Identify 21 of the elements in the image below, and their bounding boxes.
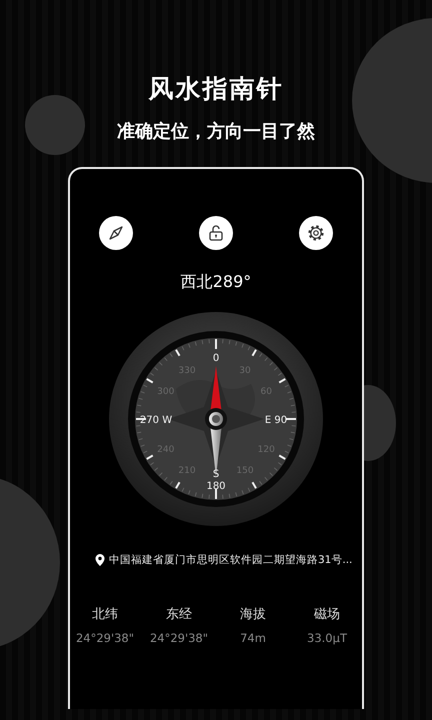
address-text: 中国福建省厦门市思明区软件园二期望海路31号... bbox=[109, 553, 352, 567]
stat-value: 24°29'38" bbox=[76, 631, 134, 645]
app-subtitle: 准确定位，方向一目了然 bbox=[117, 120, 315, 143]
stat-label: 磁场 bbox=[314, 606, 340, 623]
south-label: S bbox=[212, 469, 220, 480]
settings-button[interactable] bbox=[299, 216, 333, 250]
stat-value: 74m bbox=[240, 631, 266, 645]
dial-label: 180 bbox=[206, 481, 226, 492]
stat-label: 东经 bbox=[166, 606, 192, 623]
stat-label: 海拔 bbox=[240, 606, 266, 623]
dial-label: 0 bbox=[212, 353, 220, 364]
compass-button[interactable] bbox=[99, 216, 133, 250]
lock-button[interactable] bbox=[199, 216, 233, 250]
heading-reading: 西北289° bbox=[180, 272, 252, 293]
location-pin-icon bbox=[95, 554, 105, 566]
stat-value: 33.0μT bbox=[307, 631, 347, 645]
dial-label: E 90 bbox=[264, 415, 288, 426]
app-title: 风水指南针 bbox=[148, 73, 284, 105]
stat-value: 24°29'38" bbox=[150, 631, 208, 645]
stat-label: 北纬 bbox=[92, 606, 118, 623]
settings-icon bbox=[306, 223, 326, 243]
